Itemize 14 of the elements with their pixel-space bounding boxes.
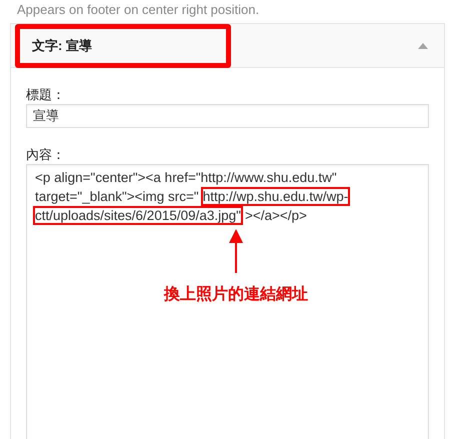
widget-title: 文字: 宣導 <box>15 24 231 68</box>
annotation-text: 換上照片的連結網址 <box>164 284 308 305</box>
highlighted-code-text: ctt/uploads/sites/6/2015/09/a3.jpg" <box>33 206 243 225</box>
code-text: ></a></p> <box>244 207 308 225</box>
highlighted-code-text: http://wp.shu.edu.tw/wp- <box>200 187 350 206</box>
code-text: <p align="center"><a href="http://www.shu.edu.tw" <box>34 169 338 187</box>
code-text: target="_blank"><img src=" <box>34 188 200 206</box>
widget-description: Appears on footer on center right position. <box>17 1 260 19</box>
collapse-arrow-icon[interactable] <box>418 42 428 49</box>
pointer-arrow <box>229 229 243 273</box>
field-label: 內容： <box>26 146 66 164</box>
title-input[interactable]: 宣導 <box>26 104 429 128</box>
widget-header[interactable]: 文字: 宣導 <box>11 24 444 68</box>
field-label: 標題： <box>26 86 66 104</box>
